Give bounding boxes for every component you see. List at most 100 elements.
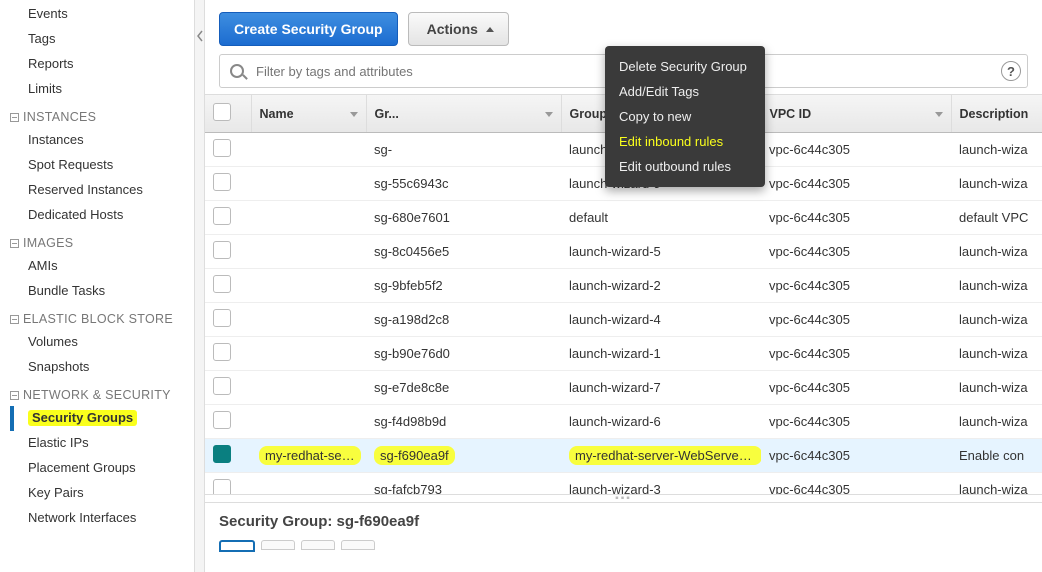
sidebar-item-network-interfaces[interactable]: Network Interfaces [10,506,190,531]
cell-desc: Enable con [951,439,1042,473]
table-row[interactable]: sg-9bfeb5f2launch-wizard-2vpc-6c44c305la… [205,269,1042,303]
sidebar-item-reserved-instances[interactable]: Reserved Instances [10,178,190,203]
column-header-name[interactable]: Name [251,95,366,133]
cell-desc: launch-wiza [951,473,1042,495]
collapse-icon [10,239,19,248]
row-checkbox[interactable] [213,377,231,395]
sidebar-pre-items: EventsTagsReportsLimits [10,2,190,102]
cell-desc: launch-wiza [951,303,1042,337]
sidebar-item-limits[interactable]: Limits [10,77,190,102]
cell-vpc: vpc-6c44c305 [761,133,951,167]
sidebar-item-elastic-ips[interactable]: Elastic IPs [10,431,190,456]
row-checkbox[interactable] [213,343,231,361]
sidebar-section-label: INSTANCES [23,110,96,124]
cell-gname: launch-wizard-3 [561,473,761,495]
cell-desc: launch-wiza [951,269,1042,303]
column-header-group-id[interactable]: Gr... [366,95,561,133]
cell-gid: sg-f690ea9f [366,439,561,473]
pane-resize-handle[interactable]: ▪▪▪ [205,494,1042,502]
cell-vpc: vpc-6c44c305 [761,337,951,371]
sidebar-item-security-groups[interactable]: Security Groups [10,406,190,431]
sidebar-item-dedicated-hosts[interactable]: Dedicated Hosts [10,203,190,228]
cell-gname: my-redhat-server-WebServer… [561,439,761,473]
table-row[interactable]: my-redhat-se…sg-f690ea9fmy-redhat-server… [205,439,1042,473]
cell-vpc: vpc-6c44c305 [761,269,951,303]
table-row[interactable]: sg-8c0456e5launch-wizard-5vpc-6c44c305la… [205,235,1042,269]
select-all-checkbox[interactable] [213,103,231,121]
table-row[interactable]: sg-e7de8c8elaunch-wizard-7vpc-6c44c305la… [205,371,1042,405]
row-checkbox[interactable] [213,173,231,191]
actions-menu-item-add-edit-tags[interactable]: Add/Edit Tags [605,79,765,104]
column-header-description[interactable]: Description [951,95,1042,133]
actions-menu-item-copy-to-new[interactable]: Copy to new [605,104,765,129]
actions-menu-item-delete-security-group[interactable]: Delete Security Group [605,54,765,79]
detail-title-prefix: Security Group: [219,513,337,530]
column-header-vpc-id[interactable]: VPC ID [761,95,951,133]
sidebar-item-amis[interactable]: AMIs [10,254,190,279]
column-header-label: Description [960,107,1029,121]
collapse-sidebar-handle[interactable] [195,0,205,572]
actions-menu-item-edit-inbound-rules[interactable]: Edit inbound rules [605,129,765,154]
row-checkbox[interactable] [213,139,231,157]
cell-name [251,405,366,439]
cell-desc: launch-wiza [951,133,1042,167]
actions-dropdown: Delete Security GroupAdd/Edit TagsCopy t… [605,46,765,187]
sidebar-item-volumes[interactable]: Volumes [10,330,190,355]
cell-desc: launch-wiza [951,167,1042,201]
row-checkbox[interactable] [213,309,231,327]
actions-menu-item-edit-outbound-rules[interactable]: Edit outbound rules [605,154,765,179]
detail-title-id: sg-f690ea9f [337,513,420,530]
sidebar-item-placement-groups[interactable]: Placement Groups [10,456,190,481]
sidebar: EventsTagsReportsLimits INSTANCES Instanc… [0,0,195,572]
column-header-checkbox[interactable] [205,95,251,133]
row-checkbox[interactable] [213,207,231,225]
actions-button-label: Actions [427,21,478,37]
cell-vpc: vpc-6c44c305 [761,473,951,495]
cell-desc: launch-wiza [951,337,1042,371]
sidebar-item-reports[interactable]: Reports [10,52,190,77]
cell-name [251,269,366,303]
row-checkbox[interactable] [213,479,231,494]
sidebar-item-tags[interactable]: Tags [10,27,190,52]
sidebar-item-spot-requests[interactable]: Spot Requests [10,153,190,178]
detail-tab-2[interactable] [261,540,295,550]
sidebar-section-instances[interactable]: INSTANCES [10,102,190,128]
detail-tab-3[interactable] [301,540,335,550]
cell-desc: launch-wiza [951,405,1042,439]
sort-caret-icon [935,112,943,117]
cell-gname: launch-wizard-5 [561,235,761,269]
sidebar-item-instances[interactable]: Instances [10,128,190,153]
table-row[interactable]: sg-680e7601defaultvpc-6c44c305default VP… [205,201,1042,235]
row-checkbox[interactable] [213,241,231,259]
cell-vpc: vpc-6c44c305 [761,405,951,439]
table-row[interactable]: sg-fafcb793launch-wizard-3vpc-6c44c305la… [205,473,1042,495]
cell-name [251,337,366,371]
row-checkbox[interactable] [213,275,231,293]
help-icon[interactable]: ? [1001,61,1021,81]
detail-tab-1[interactable] [219,540,255,552]
main-panel: Create Security Group Actions Delete Sec… [205,0,1042,572]
sidebar-section-elastic-block-store[interactable]: ELASTIC BLOCK STORE [10,304,190,330]
chevron-up-icon [486,27,494,32]
row-checkbox[interactable] [213,411,231,429]
collapse-icon [10,391,19,400]
sidebar-item-key-pairs[interactable]: Key Pairs [10,481,190,506]
cell-name [251,473,366,495]
sidebar-section-images[interactable]: IMAGES [10,228,190,254]
create-security-group-button[interactable]: Create Security Group [219,12,398,46]
sidebar-section-network-security[interactable]: NETWORK & SECURITY [10,380,190,406]
table-row[interactable]: sg-a198d2c8launch-wizard-4vpc-6c44c305la… [205,303,1042,337]
toolbar: Create Security Group Actions [205,0,1042,52]
cell-desc: launch-wiza [951,235,1042,269]
actions-button[interactable]: Actions [408,12,509,46]
sidebar-section-label: ELASTIC BLOCK STORE [23,312,173,326]
row-checkbox[interactable] [213,445,231,463]
cell-gname: launch-wizard-4 [561,303,761,337]
sidebar-item-events[interactable]: Events [10,2,190,27]
sidebar-item-snapshots[interactable]: Snapshots [10,355,190,380]
cell-gname: launch-wizard-1 [561,337,761,371]
table-row[interactable]: sg-b90e76d0launch-wizard-1vpc-6c44c305la… [205,337,1042,371]
sidebar-item-bundle-tasks[interactable]: Bundle Tasks [10,279,190,304]
detail-tab-4[interactable] [341,540,375,550]
table-row[interactable]: sg-f4d98b9dlaunch-wizard-6vpc-6c44c305la… [205,405,1042,439]
